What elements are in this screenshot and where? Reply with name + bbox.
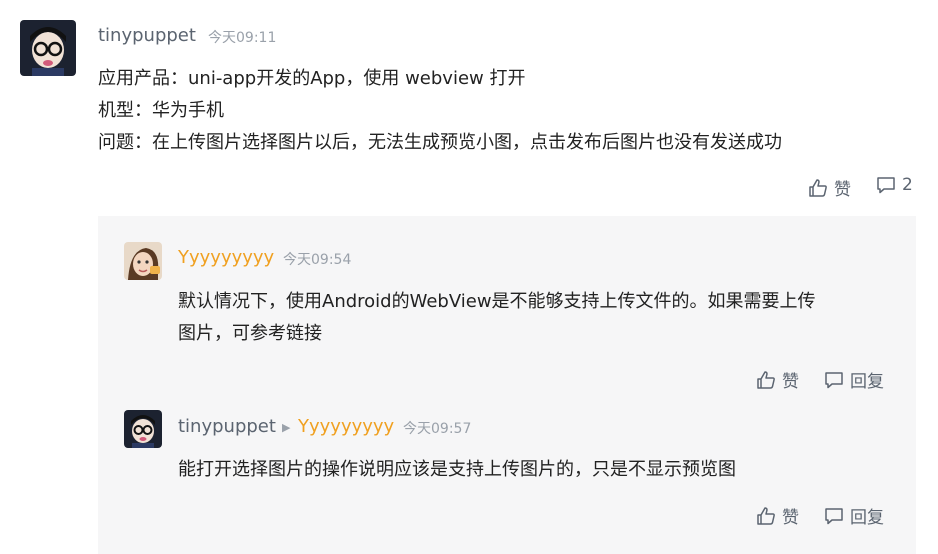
reply-label: 回复 [850, 508, 884, 528]
like-label: 赞 [782, 372, 799, 392]
like-button[interactable]: 赞 [756, 367, 799, 392]
thumbs-up-icon [757, 506, 775, 525]
avatar[interactable] [124, 242, 162, 280]
speech-bubble-icon [825, 507, 843, 524]
reply-label: 回复 [850, 372, 884, 392]
thumbs-up-icon [809, 178, 827, 197]
comment-count: 2 [902, 175, 913, 195]
avatar[interactable] [124, 410, 162, 448]
comment-count-button[interactable]: 2 [876, 175, 913, 195]
avatar-image [124, 242, 162, 280]
reply-line: 图片，可参考链接 [178, 323, 322, 344]
reply-to-author[interactable]: Yyyyyyyyy [298, 416, 394, 437]
like-label: 赞 [834, 180, 851, 200]
thumbs-up-icon [757, 370, 775, 389]
avatar-image [124, 410, 162, 448]
reply-to-arrow-icon: ▶ [282, 421, 291, 434]
reply-button[interactable]: 回复 [824, 503, 884, 528]
like-label: 赞 [782, 508, 799, 528]
reply-author[interactable]: Yyyyyyyyy [178, 247, 274, 268]
speech-bubble-icon [825, 371, 843, 388]
comment-line: 机型：华为手机 [98, 100, 224, 121]
reply-time: 今天09:57 [403, 421, 472, 437]
like-button[interactable]: 赞 [756, 503, 799, 528]
reply-line: 默认情况下，使用Android的WebView是不能够支持上传文件的。如果需要上… [178, 291, 816, 312]
like-button[interactable]: 赞 [808, 175, 851, 200]
reply-line: 能打开选择图片的操作说明应该是支持上传图片的，只是不显示预览图 [178, 459, 736, 480]
reply-author[interactable]: tinypuppet [178, 416, 276, 437]
comment-author[interactable]: tinypuppet [98, 25, 196, 46]
avatar-image [20, 20, 76, 76]
reply-button[interactable]: 回复 [824, 367, 884, 392]
comment-line: 应用产品：uni-app开发的App，使用 webview 打开 [98, 68, 526, 89]
avatar[interactable] [20, 20, 76, 76]
reply-time: 今天09:54 [283, 252, 352, 268]
comment-line: 问题：在上传图片选择图片以后，无法生成预览小图，点击发布后图片也没有发送成功 [98, 132, 782, 153]
speech-bubble-icon [877, 177, 895, 194]
comment-time: 今天09:11 [208, 30, 277, 46]
